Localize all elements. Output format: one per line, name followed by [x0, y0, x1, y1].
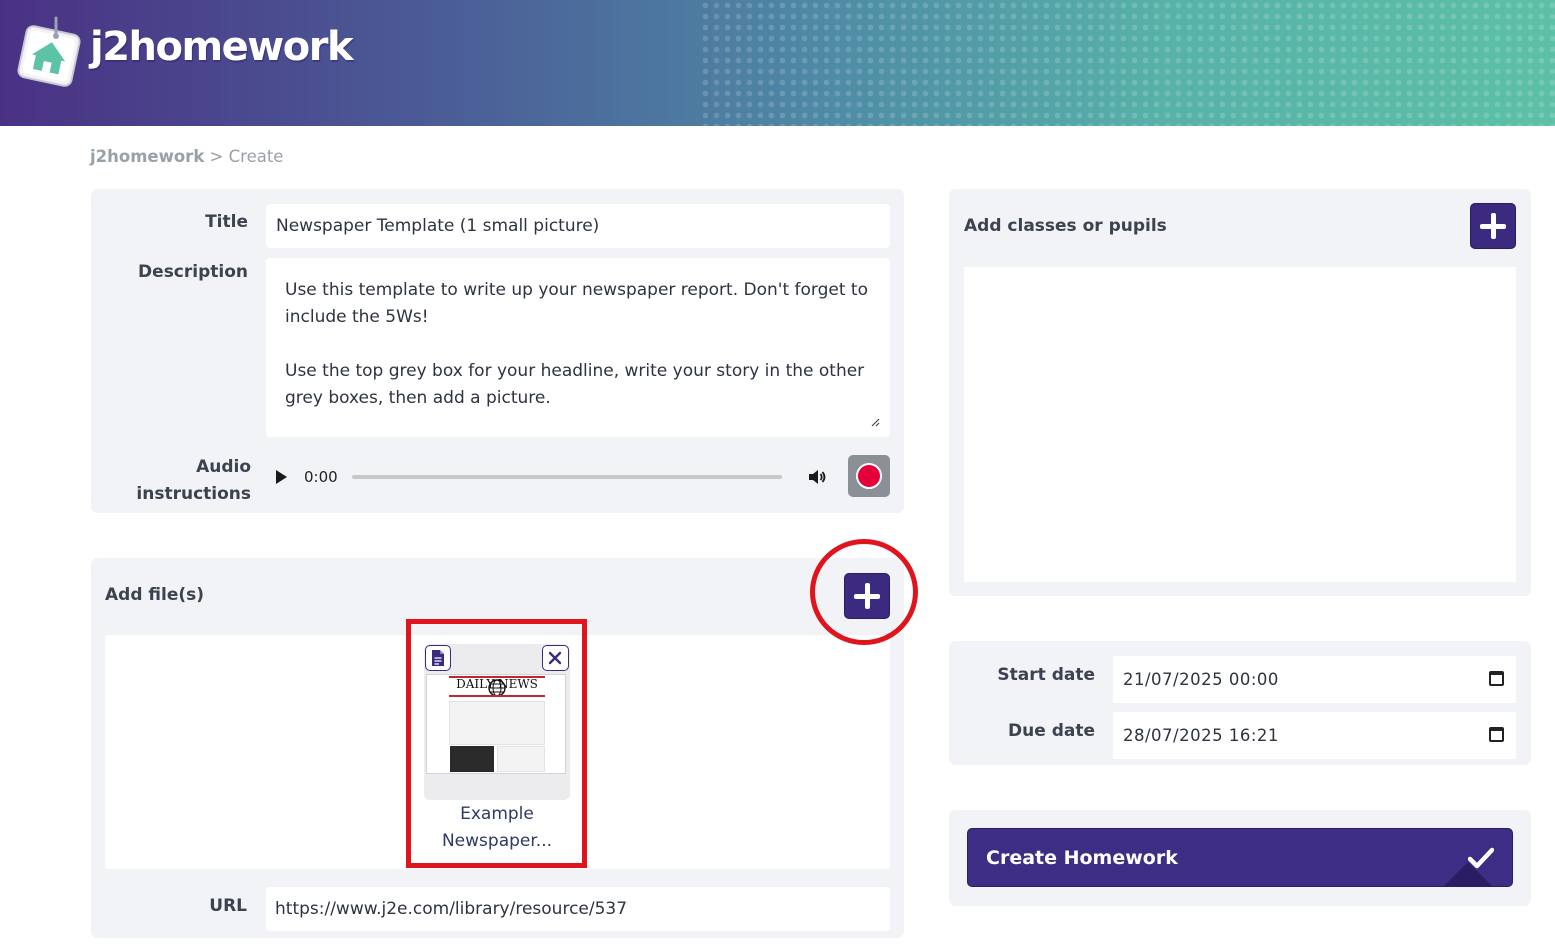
due-date-input[interactable]: 28/07/2025 16:21 [1113, 712, 1516, 759]
record-icon [856, 463, 882, 489]
homework-details-panel: Title Newspaper Template (1 small pictur… [91, 189, 904, 513]
add-classes-button[interactable] [1470, 203, 1516, 249]
audio-time: 0:00 [304, 468, 338, 486]
start-date-input[interactable]: 21/07/2025 00:00 [1113, 656, 1516, 703]
breadcrumb-separator: > [204, 147, 229, 166]
create-panel: Create Homework [949, 810, 1531, 906]
start-date-value: 21/07/2025 00:00 [1123, 670, 1279, 689]
breadcrumb-current: Create [228, 147, 284, 166]
logo-icon[interactable] [16, 16, 82, 88]
resize-grip-icon[interactable] [870, 417, 880, 427]
breadcrumb: j2homework > Create [90, 147, 283, 166]
calendar-icon[interactable] [1489, 727, 1504, 742]
description-label: Description [138, 262, 248, 282]
breadcrumb-root-link[interactable]: j2homework [90, 147, 204, 166]
volume-icon[interactable] [807, 467, 827, 487]
url-input[interactable]: https://www.j2e.com/library/resource/537 [266, 887, 890, 931]
audio-label-line2: instructions [136, 484, 251, 504]
audio-label-line1: Audio [196, 457, 251, 477]
create-homework-label: Create Homework [986, 847, 1178, 869]
app-header: j2homework [0, 0, 1555, 126]
dates-panel: Start date 21/07/2025 00:00 Due date 28/… [949, 641, 1531, 765]
audio-seek-bar[interactable] [352, 475, 782, 479]
description-textarea[interactable]: Use this template to write up your newsp… [266, 258, 890, 437]
app-logo-text[interactable]: j2homework [90, 24, 354, 70]
classes-list [964, 267, 1516, 582]
annotation-rectangle [406, 619, 587, 868]
header-dot-pattern [700, 0, 1555, 126]
annotation-circle [810, 539, 918, 645]
title-label: Title [205, 212, 248, 232]
title-input[interactable]: Newspaper Template (1 small picture) [266, 204, 890, 248]
start-date-label: Start date [997, 665, 1095, 685]
due-date-label: Due date [1008, 721, 1095, 741]
create-homework-button[interactable]: Create Homework [967, 828, 1513, 887]
record-audio-button[interactable] [848, 455, 890, 497]
description-text: Use this template to write up your newsp… [285, 280, 868, 408]
calendar-icon[interactable] [1489, 671, 1504, 686]
play-icon[interactable] [276, 470, 287, 484]
url-label: URL [209, 896, 247, 916]
classes-header: Add classes or pupils [964, 216, 1167, 236]
add-files-header: Add file(s) [105, 585, 205, 605]
audio-player: 0:00 [266, 453, 826, 501]
checkmark-icon [1468, 847, 1494, 869]
due-date-value: 28/07/2025 16:21 [1123, 726, 1279, 745]
classes-panel: Add classes or pupils [949, 189, 1531, 596]
audio-instructions-label: Audio instructions [121, 454, 251, 508]
